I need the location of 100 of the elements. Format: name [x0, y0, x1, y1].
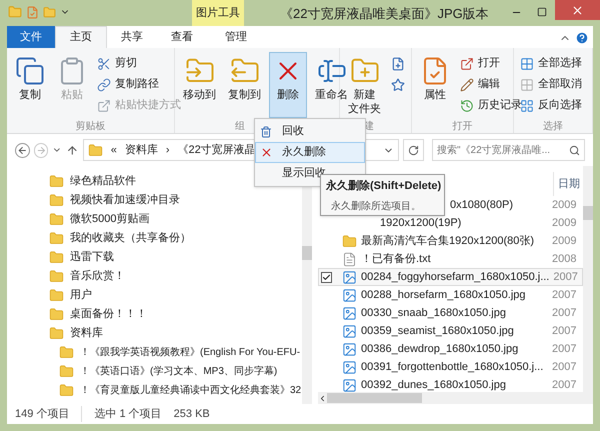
- pencil-icon: [460, 78, 474, 92]
- file-name: 00284_foggyhorsefarm_1680x1050.j...: [361, 270, 550, 285]
- file-name: 0x1080(80P): [450, 198, 513, 213]
- file-row[interactable]: 00330_snaab_1680x1050.jpg 2007: [318, 304, 583, 322]
- file-name: 最新高清汽车合集1920x1200(80张): [361, 234, 534, 249]
- tree-item[interactable]: ！《跟我学英语视频教程》(English For You-EFU-: [80, 345, 300, 360]
- status-text: 253 KB: [174, 406, 210, 422]
- folder-icon: [8, 5, 22, 19]
- file-date: 2007: [552, 324, 578, 339]
- refresh-button[interactable]: [402, 139, 424, 161]
- context-tab-header: 图片工具: [192, 0, 244, 26]
- group-label: 选择: [543, 120, 563, 133]
- ribbon-tab[interactable]: 查看: [157, 26, 207, 48]
- file-row[interactable]: 1920x1200(19P) 2009: [318, 214, 583, 232]
- check-icon: [322, 272, 331, 282]
- image-file-icon: [342, 360, 357, 374]
- tree-item[interactable]: 绿色精品软件: [70, 173, 136, 190]
- link-icon: [97, 78, 111, 92]
- close-icon: [571, 4, 584, 16]
- folder-icon: [49, 193, 64, 208]
- tree-item[interactable]: 视频快看加速缓冲目录: [70, 192, 180, 209]
- image-file-icon: [342, 342, 357, 356]
- ribbon-button[interactable]: 属性: [416, 52, 454, 118]
- file-row[interactable]: 00288_horsefarm_1680x1050.jpg 2007: [318, 286, 583, 304]
- file-name: 00288_horsefarm_1680x1050.jpg: [361, 288, 526, 303]
- file-name: 00391_forgottenbottle_1680x1050.j...: [361, 360, 544, 375]
- folder-icon: [49, 231, 64, 246]
- image-file-icon: [342, 270, 357, 284]
- history-icon: [460, 98, 474, 112]
- star-icon: [391, 78, 405, 92]
- select-none-icon: [520, 78, 534, 92]
- select-all-icon: [520, 56, 534, 70]
- file-date: 2007: [553, 270, 579, 285]
- file-row[interactable]: 00359_seamist_1680x1050.jpg 2007: [318, 322, 583, 340]
- tree-item[interactable]: 桌面备份！！！: [70, 306, 147, 323]
- tooltip-text: 永久删除所选项目。: [330, 200, 422, 214]
- horizontal-scrollbar[interactable]: [318, 392, 593, 404]
- image-file-icon: [342, 324, 357, 338]
- breadcrumb-separator[interactable]: ›: [166, 142, 170, 158]
- close-button[interactable]: [555, 0, 600, 20]
- tree-item[interactable]: 迅雷下载: [70, 249, 114, 266]
- file-date: 2009: [552, 234, 578, 249]
- file-row[interactable]: 00386_dewdrop_1680x1050.jpg 2007: [318, 340, 583, 358]
- new-item-icon: [391, 56, 405, 70]
- file-name: 00359_seamist_1680x1050.jpg: [361, 324, 514, 339]
- scrollbar[interactable]: [583, 166, 593, 392]
- file-row[interactable]: 00284_foggyhorsefarm_1680x1050.j... 2007: [318, 268, 583, 286]
- file-name: ！已有备份.txt: [361, 252, 431, 267]
- file-date: 2007: [552, 288, 578, 303]
- folder-icon: [49, 269, 64, 284]
- file-date: 2009: [552, 216, 578, 231]
- ribbon-tab[interactable]: 共享: [107, 26, 157, 48]
- tree-item[interactable]: 我的收藏夹（共享备份）: [70, 230, 191, 247]
- tree-item[interactable]: 音乐欣赏！: [70, 268, 125, 285]
- file-date: 2008: [552, 252, 578, 267]
- folder-icon: [59, 345, 74, 360]
- file-row[interactable]: 00392_dunes_1680x1050.jpg 2007: [318, 376, 583, 394]
- refresh-icon: [408, 144, 419, 156]
- file-row[interactable]: ！已有备份.txt 2008: [318, 250, 583, 268]
- file-name: 00392_dunes_1680x1050.jpg: [361, 378, 506, 393]
- folder-icon: [59, 364, 74, 379]
- search-field[interactable]: 搜索"《22寸宽屏液晶唯...: [432, 139, 585, 161]
- menu-item[interactable]: 回收: [255, 121, 365, 142]
- file-date: 2007: [552, 360, 578, 375]
- open-icon: [460, 56, 474, 70]
- up-icon[interactable]: [66, 144, 79, 156]
- help-icon[interactable]: [575, 31, 589, 45]
- ribbon-tab[interactable]: 主页: [55, 26, 107, 48]
- back-icon[interactable]: [15, 142, 30, 158]
- overflow-chevron[interactable]: «: [110, 142, 117, 158]
- group-label: 打开: [452, 120, 472, 133]
- file-tab[interactable]: 文件: [7, 26, 55, 48]
- file-row[interactable]: 最新高清汽车合集1920x1200(80张) 2009: [318, 232, 583, 250]
- tree-item[interactable]: ！《育灵童版儿童经典诵读中西文化经典套装》32: [80, 383, 302, 398]
- ribbon-tab[interactable]: 管理: [211, 26, 261, 48]
- ribbon-button[interactable]: 复制: [11, 52, 49, 118]
- file-row[interactable]: 00391_forgottenbottle_1680x1050.j... 2007: [318, 358, 583, 376]
- tree-item[interactable]: 资料库: [70, 325, 103, 342]
- tree-item[interactable]: 用户: [70, 287, 92, 304]
- scissors-icon: [97, 56, 111, 70]
- image-file-icon: [342, 288, 357, 302]
- ribbon-button[interactable]: 复制到: [224, 52, 265, 118]
- breadcrumb[interactable]: 资料库: [124, 142, 158, 158]
- image-file-icon: [342, 306, 357, 320]
- file-date: 2009: [552, 198, 578, 213]
- shortcut-icon: [97, 98, 111, 112]
- tree-item[interactable]: ！《英语口语》(学习文本、MP3、同步字幕): [80, 364, 278, 379]
- file-date: 2007: [552, 306, 578, 321]
- file-date: 2007: [552, 342, 578, 357]
- file-name: 00330_snaab_1680x1050.jpg: [361, 306, 506, 321]
- folder-icon: [49, 288, 64, 303]
- ribbon-button[interactable]: 删除: [269, 52, 307, 118]
- tree-item[interactable]: 微软5000剪贴画: [70, 211, 150, 228]
- folder-icon: [49, 326, 64, 341]
- ribbon-small-button[interactable]: 历史记录: [458, 96, 524, 115]
- checkbox[interactable]: [321, 272, 332, 282]
- folder-icon: [88, 142, 103, 158]
- folder-icon: [49, 174, 64, 189]
- file-name: 1920x1200(19P): [380, 216, 462, 231]
- menu-item[interactable]: 永久删除: [255, 142, 365, 163]
